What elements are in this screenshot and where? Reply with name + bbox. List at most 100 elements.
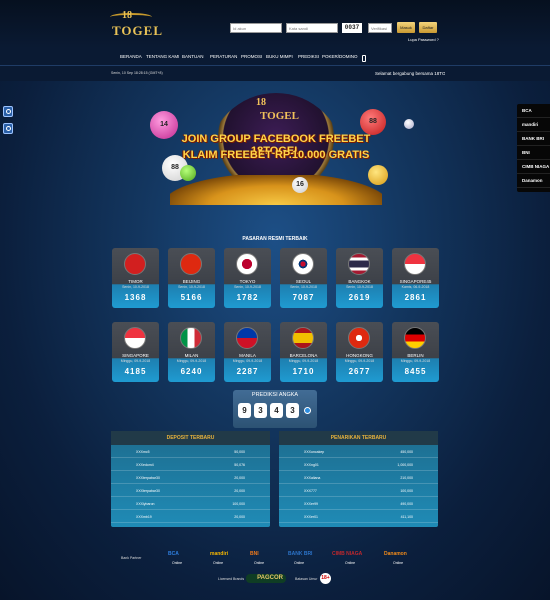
flag-icon bbox=[236, 327, 258, 349]
market-card[interactable]: BARCELONA Minggu, 09-9-2018 1710 bbox=[280, 322, 327, 382]
row-amount: 1,000,000 bbox=[397, 463, 413, 467]
bank-item-cimb: CIMB NIAGA bbox=[517, 160, 550, 174]
market-card[interactable]: BANGKOK Senin, 10-9-2018 2619 bbox=[336, 248, 383, 308]
market-date: Senin, 10-9-2018 bbox=[346, 285, 373, 289]
chat-icon[interactable] bbox=[3, 106, 13, 117]
row-user: XXXer01 bbox=[304, 515, 319, 519]
row-amount: 450,000 bbox=[400, 450, 413, 454]
market-result: 1368 bbox=[124, 293, 147, 302]
market-date: Minggu, 09-9-2018 bbox=[232, 359, 263, 363]
nav-item-peraturan[interactable]: PERATURAN bbox=[210, 54, 237, 59]
password-input[interactable] bbox=[286, 23, 338, 33]
market-card[interactable]: BERLIN Minggu, 09-9-2018 8455 bbox=[392, 322, 439, 382]
row-user: XXX777 bbox=[304, 489, 317, 493]
market-date: Minggu, 09-9-2018 bbox=[400, 359, 431, 363]
table-row: XXXaliana 210,000 bbox=[279, 471, 438, 484]
row-amount: 50,000 bbox=[234, 450, 245, 454]
market-date: Minggu, 09-9-2018 bbox=[176, 359, 207, 363]
market-date: Kamis, 06-9-2018 bbox=[401, 285, 430, 289]
market-card[interactable]: HONGKONG Minggu, 09-9-2018 2677 bbox=[336, 322, 383, 382]
market-date: Minggu, 09-9-2018 bbox=[288, 359, 319, 363]
flag-icon bbox=[292, 327, 314, 349]
market-date: Senin, 10-9-2018 bbox=[178, 285, 205, 289]
market-name: HONGKONG bbox=[346, 353, 373, 358]
row-user: XXXterpabar30 bbox=[136, 489, 160, 493]
market-name: TIMOR bbox=[128, 279, 143, 284]
market-card[interactable]: TOKYO Senin, 10-9-2018 1782 bbox=[224, 248, 271, 308]
market-card[interactable]: TIMOR Senin, 10-9-2018 1368 bbox=[112, 248, 159, 308]
table-row: XXX777 100,000 bbox=[279, 484, 438, 497]
lottery-ball: 14 bbox=[150, 111, 178, 139]
flag-icon bbox=[124, 253, 146, 275]
info-bar bbox=[0, 66, 550, 81]
nav-item-prediksi[interactable]: PREDIKSI bbox=[298, 54, 319, 59]
flag-icon bbox=[292, 253, 314, 275]
flag-icon bbox=[404, 253, 426, 275]
row-user: XXXmb19 bbox=[136, 515, 152, 519]
banner-logo-number: 18 bbox=[256, 97, 266, 108]
logo-number: 18 bbox=[122, 10, 132, 21]
nav-item-bantuan[interactable]: BANTUAN bbox=[182, 54, 204, 59]
market-card[interactable]: SINGAPORE Minggu, 09-9-2018 4185 bbox=[112, 322, 159, 382]
row-amount: 411,100 bbox=[400, 515, 413, 519]
market-date: Senin, 10-9-2018 bbox=[234, 285, 261, 289]
prediksi-digit: 4 bbox=[270, 403, 283, 418]
market-name: BARCELONA bbox=[289, 353, 318, 358]
refresh-icon[interactable] bbox=[304, 407, 311, 414]
server-datetime: Senin, 10 Sep 18:28:15 (GMT+8) bbox=[111, 71, 163, 75]
register-button[interactable]: Daftar bbox=[419, 22, 437, 33]
table-row: XXXedom4 50,076 bbox=[111, 458, 270, 471]
flag-icon bbox=[124, 327, 146, 349]
market-result: 5166 bbox=[180, 293, 203, 302]
username-input[interactable] bbox=[230, 23, 282, 33]
flag-icon bbox=[180, 327, 202, 349]
market-card[interactable]: BEIJING Senin, 10-9-2018 5166 bbox=[168, 248, 215, 308]
partner-bni: BNI bbox=[250, 551, 259, 557]
table-row: XXXuncakep 450,000 bbox=[279, 445, 438, 458]
row-amount: 50,076 bbox=[234, 463, 245, 467]
age-label: Batasan Umur bbox=[295, 577, 318, 581]
mobile-phone-icon[interactable] bbox=[362, 55, 366, 62]
nav-item-beranda[interactable]: BERANDA bbox=[120, 54, 142, 59]
market-name: BANGKOK bbox=[348, 279, 371, 284]
row-user: XXXterpabar30 bbox=[136, 476, 160, 480]
partner-danamon: Danamon bbox=[384, 551, 407, 557]
market-name: SINGAPORE45 bbox=[399, 279, 432, 284]
nav-item-promosi[interactable]: PROMOSI bbox=[241, 54, 262, 59]
captcha-input[interactable] bbox=[368, 23, 392, 33]
partner-status: Online bbox=[294, 561, 305, 565]
market-result: 1710 bbox=[292, 367, 315, 376]
nav-item-poker-domino[interactable]: POKER/DOMINO bbox=[322, 54, 358, 59]
lottery-ball bbox=[368, 165, 388, 185]
market-card[interactable]: MILAN Minggu, 09-9-2018 6240 bbox=[168, 322, 215, 382]
footer bbox=[0, 540, 550, 600]
whatsapp-icon[interactable] bbox=[3, 123, 13, 134]
announcement-marquee: Selamat bergabung bersama 18TOGEL bbox=[375, 71, 445, 76]
market-result: 6240 bbox=[180, 367, 203, 376]
promo-banner[interactable]: 18 TOGEL JOIN GROUP FACEBOOK FREEBET 18T… bbox=[150, 93, 414, 205]
market-name: SEOUL bbox=[295, 279, 312, 284]
nav-item-tentang-kami[interactable]: TENTANG KAMI bbox=[146, 54, 179, 59]
market-result: 2287 bbox=[236, 367, 259, 376]
bank-item-danamon: Danamon bbox=[517, 174, 550, 188]
market-card[interactable]: SEOUL Senin, 10-9-2018 7087 bbox=[280, 248, 327, 308]
market-date: Minggu, 09-9-2018 bbox=[120, 359, 151, 363]
flag-icon bbox=[236, 253, 258, 275]
forgot-password-link[interactable]: Lupa Password ? bbox=[408, 37, 439, 42]
site-logo[interactable]: 18 TOGEL bbox=[110, 10, 162, 42]
table-row: XXXer99 490,000 bbox=[279, 497, 438, 510]
market-card[interactable]: SINGAPORE45 Kamis, 06-9-2018 2861 bbox=[392, 248, 439, 308]
market-result: 7087 bbox=[292, 293, 315, 302]
market-name: MANILA bbox=[239, 353, 256, 358]
partner-bri: BANK BRI bbox=[288, 551, 313, 557]
row-user: XXXng01 bbox=[304, 463, 319, 467]
row-user: XXXer99 bbox=[304, 502, 319, 506]
lottery-ball bbox=[404, 119, 414, 129]
login-button[interactable]: Masuk bbox=[397, 22, 415, 33]
nav-item-buku-mimpi[interactable]: BUKU MIMPI bbox=[266, 54, 293, 59]
row-amount: 100,000 bbox=[400, 489, 413, 493]
market-result: 8455 bbox=[404, 367, 427, 376]
license-label: Licensed Brands bbox=[218, 577, 245, 581]
main-nav: BERANDA TENTANG KAMI BANTUAN PERATURAN P… bbox=[0, 48, 550, 66]
market-card[interactable]: MANILA Minggu, 09-9-2018 2287 bbox=[224, 322, 271, 382]
